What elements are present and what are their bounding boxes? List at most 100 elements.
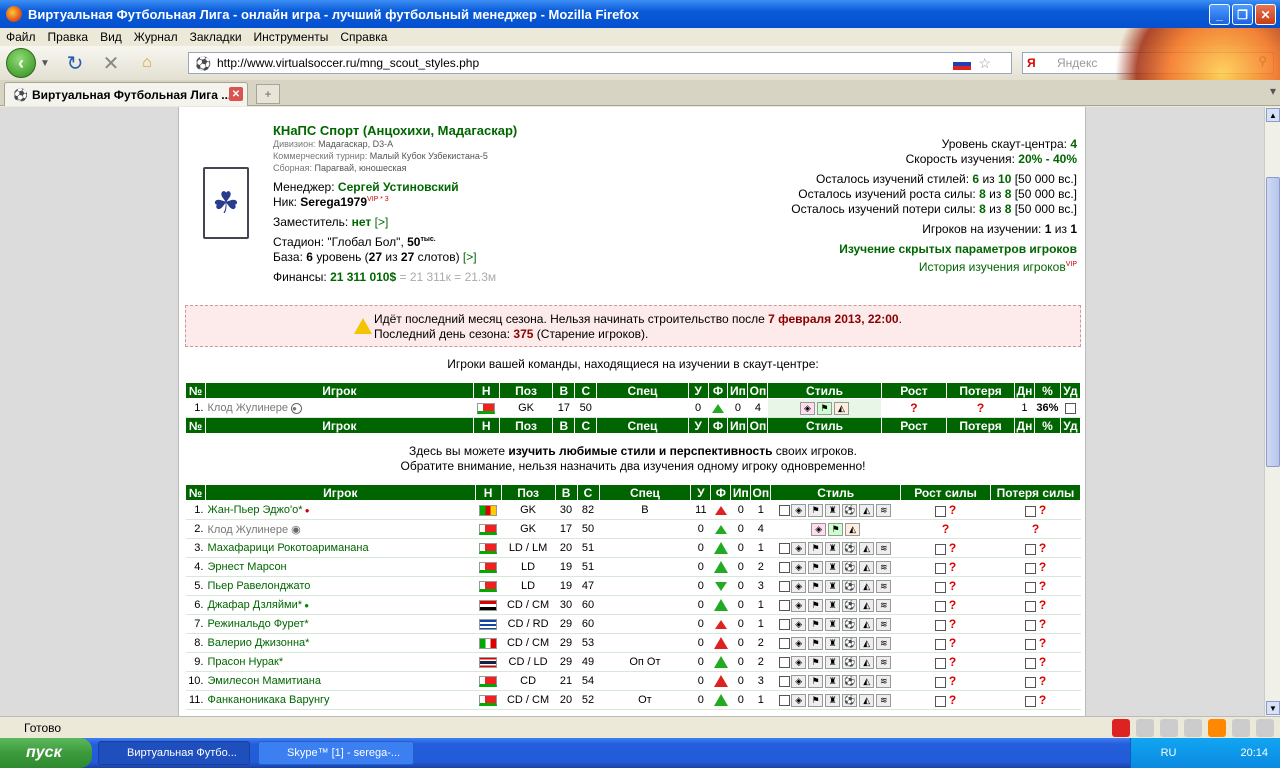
delete-checkbox[interactable] (1060, 398, 1081, 418)
home-icon[interactable]: ⌂ (136, 52, 158, 74)
row-number: 4. (185, 557, 206, 577)
manager-name[interactable]: Сергей Устиновский (338, 180, 459, 194)
player-name[interactable]: Махафарици Рокотоариманана (205, 538, 476, 558)
close-window-button[interactable]: ✕ (1255, 4, 1276, 25)
player-name[interactable]: Жан-Пьер Эджо'о* ● (205, 500, 476, 520)
menu-item-6[interactable]: Справка (340, 30, 387, 44)
growth-cell: ? (900, 557, 991, 577)
style-checkbox[interactable] (779, 561, 791, 573)
minimize-button[interactable]: _ (1209, 4, 1230, 25)
division-value[interactable]: Мадагаскар, D3-A (318, 139, 393, 149)
growth-checkbox[interactable] (934, 657, 946, 669)
cup-value[interactable]: Малый Кубок Узбекистана-5 (370, 151, 488, 161)
loss-checkbox[interactable] (1024, 543, 1036, 555)
stop-icon[interactable]: ✕ (100, 52, 122, 75)
player-name[interactable]: Пьер Равелонджато (205, 576, 476, 596)
maximize-button[interactable]: ❐ (1232, 4, 1253, 25)
style-checkbox[interactable] (779, 656, 791, 668)
search-icon[interactable]: ⚲ (1258, 54, 1267, 68)
resize-grip-icon[interactable] (1256, 719, 1274, 737)
firefox-addon-icon[interactable] (1208, 719, 1226, 737)
style-checkbox[interactable] (779, 580, 791, 592)
loss-checkbox[interactable] (1024, 638, 1036, 650)
player-name[interactable]: Валерио Джизонна* (205, 633, 476, 653)
loss-checkbox[interactable] (1024, 505, 1036, 517)
player-name[interactable]: Джафар Дзляйми* ● (205, 595, 476, 615)
adblock-icon[interactable] (1112, 719, 1130, 737)
vertical-scrollbar[interactable]: ▲ ▼ (1264, 107, 1280, 716)
url-bar[interactable]: ⚽ http://www.virtualsoccer.ru/mng_scout_… (188, 52, 1012, 74)
addon-icon[interactable] (1160, 719, 1178, 737)
style-checkbox[interactable] (779, 504, 791, 516)
growth-checkbox[interactable] (934, 505, 946, 517)
back-button[interactable]: ‹ (6, 48, 36, 78)
cursor-icon[interactable] (1184, 719, 1202, 737)
loss-checkbox[interactable] (1024, 600, 1036, 612)
loss-checkbox[interactable] (1024, 581, 1036, 593)
language-indicator[interactable]: RU (1161, 747, 1177, 759)
loss-checkbox[interactable] (1024, 562, 1036, 574)
growth-checkbox[interactable] (934, 676, 946, 688)
player-name[interactable]: Прасон Нурак* (205, 652, 476, 672)
style-checkbox[interactable] (779, 694, 791, 706)
growth-checkbox[interactable] (934, 600, 946, 612)
loss-checkbox[interactable] (1024, 619, 1036, 631)
player-name[interactable]: Режинальдо Фурет* (205, 614, 476, 634)
window-titlebar: Виртуальная Футбольная Лига - онлайн игр… (0, 0, 1280, 28)
new-tab-button[interactable]: + (256, 84, 280, 104)
menu-item-3[interactable]: Журнал (134, 30, 178, 44)
site-favicon: ⚽ (195, 56, 212, 71)
loss-checkbox[interactable] (1024, 676, 1036, 688)
style-checkbox[interactable] (779, 675, 791, 687)
menu-item-5[interactable]: Инструменты (254, 30, 329, 44)
scroll-thumb[interactable] (1266, 177, 1280, 467)
player-name[interactable]: Фанканоникака Варунгу (205, 690, 476, 710)
tab-close-icon[interactable]: ✕ (229, 87, 243, 101)
scroll-up-icon[interactable]: ▲ (1266, 108, 1280, 122)
growth-checkbox[interactable] (934, 581, 946, 593)
scroll-down-icon[interactable]: ▼ (1266, 701, 1280, 715)
style-checkbox[interactable] (779, 599, 791, 611)
player-name[interactable]: Клод Жулинере ◉ (205, 519, 476, 539)
start-button[interactable]: пуск (0, 738, 92, 768)
tab-main[interactable]: ⚽ Виртуальная Футбольная Лига ... ✕ (4, 82, 248, 106)
tab-list-icon[interactable]: ▾ (1270, 84, 1276, 98)
growth-checkbox[interactable] (934, 562, 946, 574)
growth-checkbox[interactable] (934, 619, 946, 631)
menu-item-1[interactable]: Правка (48, 30, 89, 44)
menu-item-0[interactable]: Файл (6, 30, 36, 44)
player-name[interactable]: Эмилесон Мамитиана (205, 671, 476, 691)
deputy-link[interactable]: [>] (375, 215, 389, 229)
club-name[interactable]: КНаПС Спорт (Анцохихи, Мадагаскар) (273, 123, 517, 138)
player-name[interactable]: Эрнест Марсон (205, 557, 476, 577)
bookmark-star-icon[interactable]: ☆ (978, 55, 991, 72)
national-value[interactable]: Парагвай, юношеская (315, 163, 407, 173)
style-icon-1: ◈ (800, 401, 815, 415)
style-checkbox[interactable] (779, 542, 791, 554)
style-checkbox[interactable] (779, 637, 791, 649)
mail-icon[interactable] (1136, 719, 1154, 737)
loss-checkbox[interactable] (1024, 657, 1036, 669)
history-link[interactable]: История изучения игроков (919, 260, 1066, 274)
style-checkbox[interactable] (779, 618, 791, 630)
settings-icon[interactable] (1232, 719, 1250, 737)
base-link[interactable]: [>] (463, 250, 477, 264)
history-dropdown-icon[interactable]: ▼ (40, 52, 50, 74)
search-box[interactable]: Я Яндекс ⚲ (1022, 52, 1274, 74)
op-value: 1 (750, 538, 771, 558)
taskbar-skype[interactable]: Skype™ [1] - serega-... (258, 741, 414, 765)
menu-item-4[interactable]: Закладки (190, 30, 242, 44)
player-name[interactable]: Клод Жулинере ● (205, 398, 474, 418)
position: GK (501, 500, 556, 520)
loss-checkbox[interactable] (1024, 695, 1036, 707)
menu-item-2[interactable]: Вид (100, 30, 122, 44)
growth-checkbox[interactable] (934, 543, 946, 555)
taskbar-firefox[interactable]: Виртуальная Футбо... (98, 741, 250, 765)
stadium-name[interactable]: "Глобал Бол", (327, 235, 403, 249)
hidden-params-link[interactable]: Изучение скрытых параметров игроков (839, 242, 1077, 256)
growth-checkbox[interactable] (934, 695, 946, 707)
column-header: В (552, 382, 576, 399)
nick-value[interactable]: Serega1979 (300, 195, 367, 209)
reload-icon[interactable]: ↻ (64, 52, 86, 75)
growth-checkbox[interactable] (934, 638, 946, 650)
